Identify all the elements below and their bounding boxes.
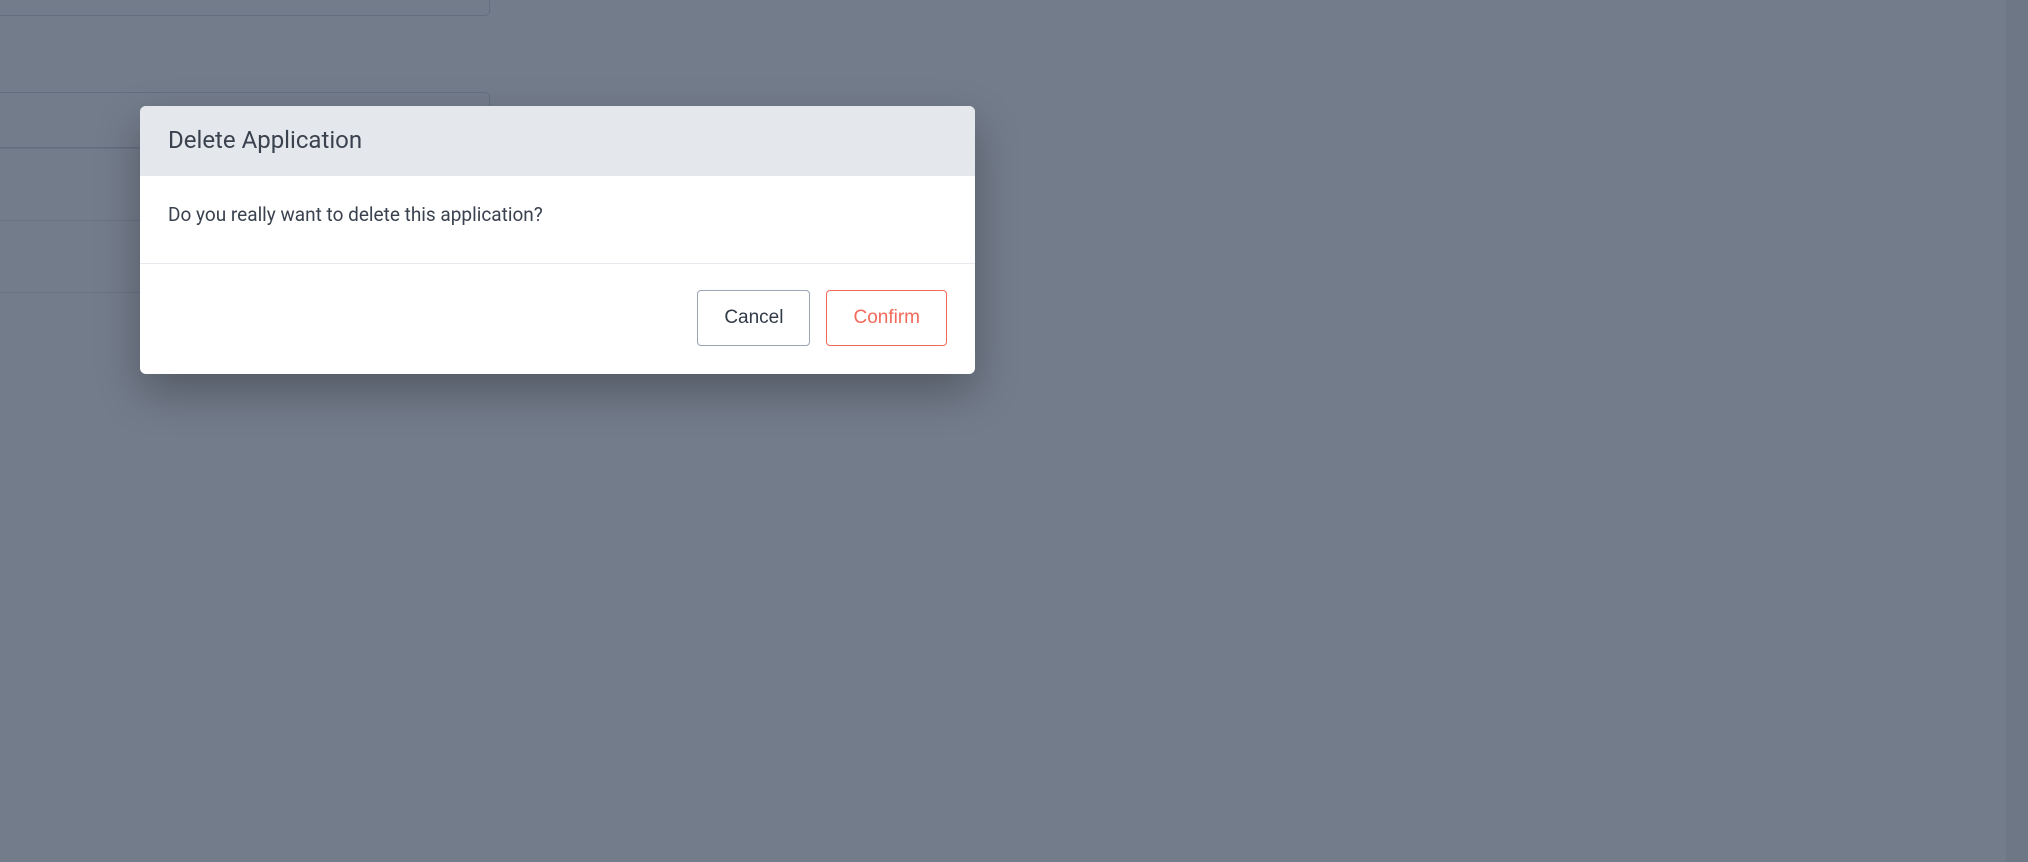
cancel-button[interactable]: Cancel [697, 290, 810, 346]
scrollbar-track[interactable] [2006, 0, 2028, 862]
delete-application-dialog: Delete Application Do you really want to… [140, 106, 975, 374]
dialog-message: Do you really want to delete this applic… [168, 202, 947, 229]
dialog-body: Do you really want to delete this applic… [140, 176, 975, 264]
dialog-title: Delete Application [168, 126, 947, 154]
confirm-button[interactable]: Confirm [826, 290, 947, 346]
dialog-footer: Cancel Confirm [140, 264, 975, 374]
dialog-header: Delete Application [140, 106, 975, 176]
